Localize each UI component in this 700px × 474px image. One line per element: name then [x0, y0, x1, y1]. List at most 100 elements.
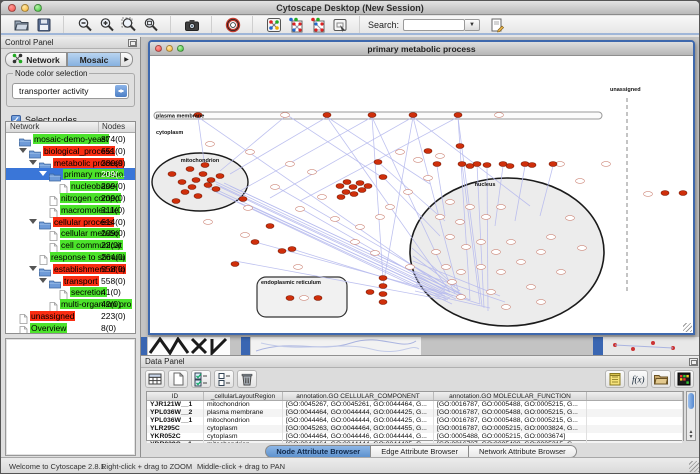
tree-row-unassigned[interactable]: unassigned223(0)	[6, 310, 135, 322]
help-icon[interactable]	[224, 17, 242, 33]
network-node[interactable]	[424, 149, 432, 154]
scrollbar-thumb[interactable]	[688, 393, 694, 409]
table-cell[interactable]: mitochondrion	[204, 401, 283, 409]
background-window-fragment[interactable]	[148, 337, 230, 355]
network-node[interactable]	[231, 262, 239, 267]
network-node[interactable]	[366, 290, 374, 295]
tree-row-cell-communicat[interactable]: cell communicat22(0)	[6, 239, 135, 251]
tab-mosaic[interactable]: Mosaic	[67, 52, 121, 67]
table-cell[interactable]: YJR121W__1	[147, 401, 204, 409]
save-session-icon[interactable]	[35, 17, 53, 33]
tab-node-attribute-browser[interactable]: Node Attribute Browser	[265, 445, 371, 458]
import-attributes-icon[interactable]	[651, 370, 671, 388]
tree-row-biological-process[interactable]: biological_process651(0)	[6, 145, 135, 157]
annotation-icon[interactable]	[488, 17, 506, 33]
zoom-fit-content-icon[interactable]	[142, 17, 160, 33]
column-header-2[interactable]: annotation.GO CELLULAR_COMPONENT	[283, 392, 434, 400]
network-node[interactable]	[528, 163, 536, 168]
table-cell[interactable]: [GO:0005488, GO:0005215, GO:0003674]	[434, 433, 587, 441]
table-row-YPL036W__2[interactable]: YPL036W__2plasma membrane[GO:0044464, GO…	[147, 409, 683, 417]
birds-eye-view[interactable]	[5, 338, 136, 456]
network-node[interactable]	[458, 162, 466, 167]
formula-builder-icon[interactable]: f(x)	[628, 370, 648, 388]
background-window-fragment[interactable]	[593, 337, 603, 355]
network-node[interactable]	[178, 180, 186, 185]
column-header-1[interactable]: _cellularLayoutRegion	[204, 392, 283, 400]
network-node[interactable]	[661, 191, 669, 196]
table-cell[interactable]: [GO:0045267, GO:0045261, GO:0044464, G..…	[283, 401, 434, 409]
tab-network-attribute-browser[interactable]: Network Attribute Browser	[469, 445, 577, 458]
table-cell[interactable]: [GO:0016787, GO:0005215, GO:0003824, G..…	[434, 425, 587, 433]
network-node[interactable]	[364, 184, 372, 189]
zoom-out-icon[interactable]	[76, 17, 94, 33]
table-cell[interactable]: [GO:0016787, GO:0005488, GO:0005215, G..…	[434, 417, 587, 425]
network-node[interactable]	[286, 296, 294, 301]
tree-row-overview[interactable]: Overview8(0)	[6, 322, 135, 334]
disclosure-triangle-icon[interactable]	[29, 266, 37, 271]
tree-column-network[interactable]: Network	[6, 122, 99, 132]
tree-row-establishment-of-lo[interactable]: establishment of lo558(0)	[6, 263, 135, 275]
zoom-selected-region-icon[interactable]	[120, 17, 138, 33]
table-row-YPL036W__1[interactable]: YPL036W__1mitochondrion[GO:0044464, GO:0…	[147, 417, 683, 425]
network-node[interactable]	[288, 247, 296, 252]
network-node[interactable]	[323, 113, 331, 118]
disclosure-triangle-icon[interactable]	[19, 148, 27, 153]
network-node[interactable]	[506, 164, 514, 169]
table-cell[interactable]: YLR295C	[147, 425, 204, 433]
network-node[interactable]	[342, 190, 350, 195]
tab-overflow-button[interactable]: ▶	[121, 52, 133, 67]
disclosure-triangle-icon[interactable]	[39, 171, 47, 176]
tree-row-transport[interactable]: transport558(0)	[6, 275, 135, 287]
disclosure-triangle-icon[interactable]	[29, 160, 37, 165]
network-node[interactable]	[212, 187, 220, 192]
background-window-fragment[interactable]	[603, 337, 700, 355]
network-node[interactable]	[379, 276, 387, 281]
table-cell[interactable]: cytoplasm	[204, 433, 283, 441]
float-panel-icon[interactable]	[128, 39, 137, 47]
search-dropdown-button[interactable]: ▼	[465, 19, 480, 31]
table-cell[interactable]: [GO:0044464, GO:0044446, GO:0044444, G..…	[283, 433, 434, 441]
network-node[interactable]	[343, 180, 351, 185]
region-plasma-membrane[interactable]	[154, 112, 602, 119]
tree-row-cellular-process[interactable]: cellular process614(0)	[6, 216, 135, 228]
network-node[interactable]	[188, 185, 196, 190]
network-node[interactable]	[379, 300, 387, 305]
network-node[interactable]	[216, 174, 224, 179]
disclosure-triangle-icon[interactable]	[29, 219, 37, 224]
tree-row-nucleobase-[interactable]: nucleobase-209(0)	[6, 180, 135, 192]
table-cell[interactable]: mitochondrion	[204, 417, 283, 425]
network-node[interactable]	[358, 188, 366, 193]
search-input[interactable]	[403, 19, 465, 31]
background-window-fragment[interactable]	[141, 337, 147, 355]
graphics-settings-icon[interactable]	[331, 17, 349, 33]
table-scrollbar[interactable]: ▲▼	[686, 391, 696, 441]
attribute-table-icon[interactable]	[145, 370, 165, 388]
table-cell[interactable]: [GO:0044464, GO:0044444, GO:0044425, G..…	[283, 417, 434, 425]
network-node[interactable]	[168, 172, 176, 177]
network-node[interactable]	[266, 224, 274, 229]
network-node[interactable]	[336, 184, 344, 189]
window-resize-grip[interactable]	[683, 323, 692, 332]
tree-row-macromolecule[interactable]: macromolecule311(0)	[6, 204, 135, 216]
table-cell[interactable]: cytoplasm	[204, 425, 283, 433]
mosaic-layout-icon[interactable]	[265, 17, 283, 33]
network-node[interactable]	[192, 178, 200, 183]
network-node[interactable]	[356, 181, 364, 186]
scrollbar-arrows[interactable]: ▲▼	[687, 430, 695, 440]
tree-row-response-to-stimulu[interactable]: response to stimulu264(0)	[6, 251, 135, 263]
network-node[interactable]	[349, 185, 357, 190]
network-node[interactable]	[172, 199, 180, 204]
network-node[interactable]	[374, 160, 382, 165]
network-node[interactable]	[368, 113, 376, 118]
tree-row-cellular-metabo[interactable]: cellular metabo209(0)	[6, 227, 135, 239]
tree-row-nitrogen-compo[interactable]: nitrogen compo209(0)	[6, 192, 135, 204]
unselect-attributes-icon[interactable]	[214, 370, 234, 388]
zoom-in-icon[interactable]	[98, 17, 116, 33]
network-node[interactable]	[199, 172, 207, 177]
table-cell[interactable]: plasma membrane	[204, 409, 283, 417]
select-attributes-icon[interactable]	[191, 370, 211, 388]
network-node[interactable]	[314, 296, 322, 301]
network-node[interactable]	[379, 175, 387, 180]
network-node[interactable]	[194, 194, 202, 199]
table-row-YKR052C[interactable]: YKR052Ccytoplasm[GO:0044464, GO:0044446,…	[147, 433, 683, 441]
